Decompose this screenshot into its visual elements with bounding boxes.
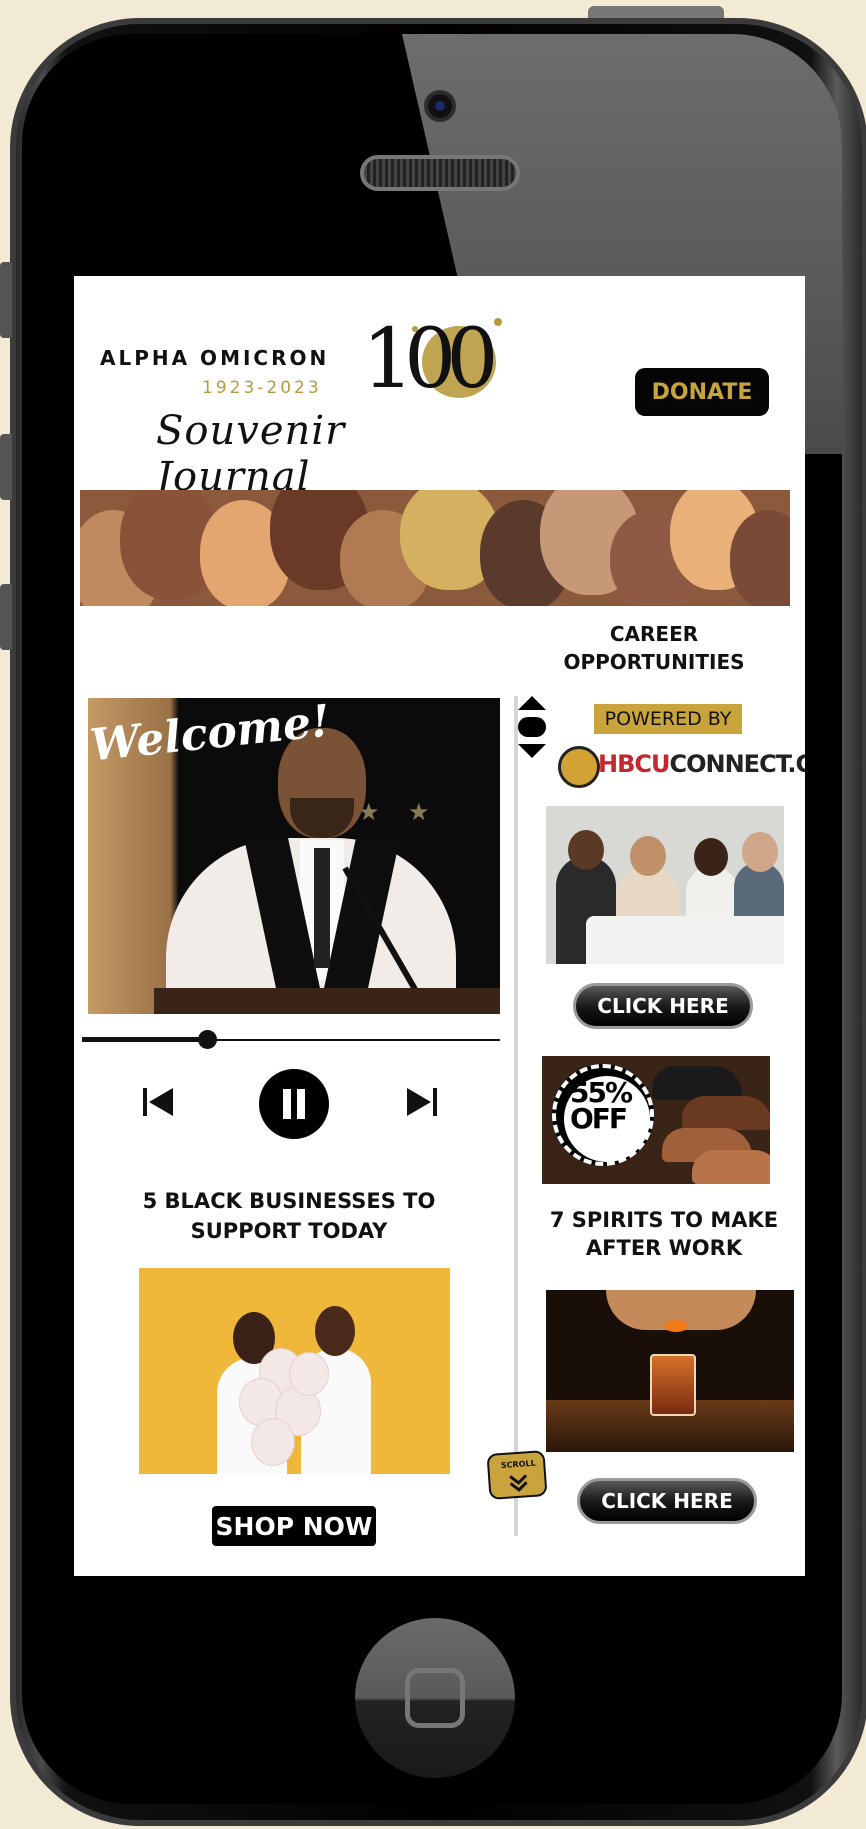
- home-square-icon: [405, 1668, 465, 1728]
- phone-volume-down: [0, 584, 12, 650]
- pause-button[interactable]: [259, 1069, 329, 1139]
- scroll-thumb[interactable]: [518, 717, 546, 737]
- career-click-here-button[interactable]: CLICK HERE: [573, 983, 753, 1029]
- powered-by-label: POWERED BY: [594, 704, 742, 734]
- logo-years: 1923-2023: [202, 378, 322, 398]
- progress-handle[interactable]: [198, 1030, 218, 1049]
- spirits-title[interactable]: 7 SPIRITS TO MAKE AFTER WORK: [544, 1206, 784, 1262]
- podium: [154, 988, 500, 1014]
- meeting-table: [586, 916, 784, 964]
- star-icon: ★: [408, 798, 430, 826]
- phone-side-button: [0, 262, 12, 338]
- partner-logo-suffix: CONNECT.COM: [669, 750, 805, 778]
- orange-peel: [664, 1320, 688, 1332]
- skip-next-icon[interactable]: [404, 1084, 440, 1120]
- donate-button[interactable]: DONATE: [635, 368, 769, 416]
- progress-fill: [82, 1037, 208, 1042]
- logo-chapter-name: ALPHA OMICRON: [100, 346, 330, 370]
- career-title: CAREER OPPORTUNITIES: [563, 622, 745, 674]
- logo-script-title: Souvenir Journal: [156, 408, 346, 500]
- partner-logo-prefix: HBCU: [598, 750, 670, 778]
- column-divider: [514, 696, 518, 1536]
- logo-dot: [494, 318, 502, 326]
- phone-volume-up: [0, 434, 12, 500]
- screen: ALPHA OMICRON 1923-2023 100 Souvenir Jou…: [74, 276, 805, 1576]
- cocktail-image[interactable]: [546, 1290, 794, 1452]
- couple-balloons-image[interactable]: [139, 1268, 450, 1474]
- scroll-label: SCROLL: [500, 1458, 536, 1471]
- camera-icon: [424, 90, 456, 122]
- cocktail-glass: [650, 1354, 696, 1416]
- journal-logo[interactable]: ALPHA OMICRON 1923-2023 100 Souvenir Jou…: [100, 312, 502, 500]
- scroll-badge[interactable]: SCROLL: [486, 1450, 548, 1500]
- pause-icon: [297, 1089, 305, 1119]
- pause-icon: [283, 1089, 291, 1119]
- triangle-down-icon[interactable]: [518, 744, 546, 758]
- welcome-video[interactable]: ★ ★ Welcome!: [88, 698, 500, 1014]
- skip-previous-icon[interactable]: [140, 1084, 176, 1120]
- shoes-sale-image[interactable]: 55% OFF: [542, 1056, 770, 1184]
- hbcu-connect-logo[interactable]: HBCUCONNECT.COM: [558, 742, 805, 792]
- speaker-tie: [314, 848, 330, 968]
- office-meeting-image[interactable]: [546, 806, 784, 964]
- paper-faces-banner: [80, 490, 790, 606]
- speaker-grille: [360, 155, 520, 191]
- building-icon: [558, 746, 600, 788]
- chevron-down-icon: [509, 1474, 528, 1492]
- spirits-click-here-button[interactable]: CLICK HERE: [577, 1478, 757, 1524]
- partner-logo-text: HBCUCONNECT.COM: [598, 750, 805, 778]
- businesses-title[interactable]: 5 BLACK BUSINESSES TO SUPPORT TODAY: [114, 1186, 464, 1246]
- shop-now-button[interactable]: SHOP NOW: [212, 1506, 376, 1546]
- sale-badge-text: 55% OFF: [570, 1076, 633, 1135]
- logo-number: 100: [362, 312, 498, 407]
- triangle-up-icon[interactable]: [518, 696, 546, 710]
